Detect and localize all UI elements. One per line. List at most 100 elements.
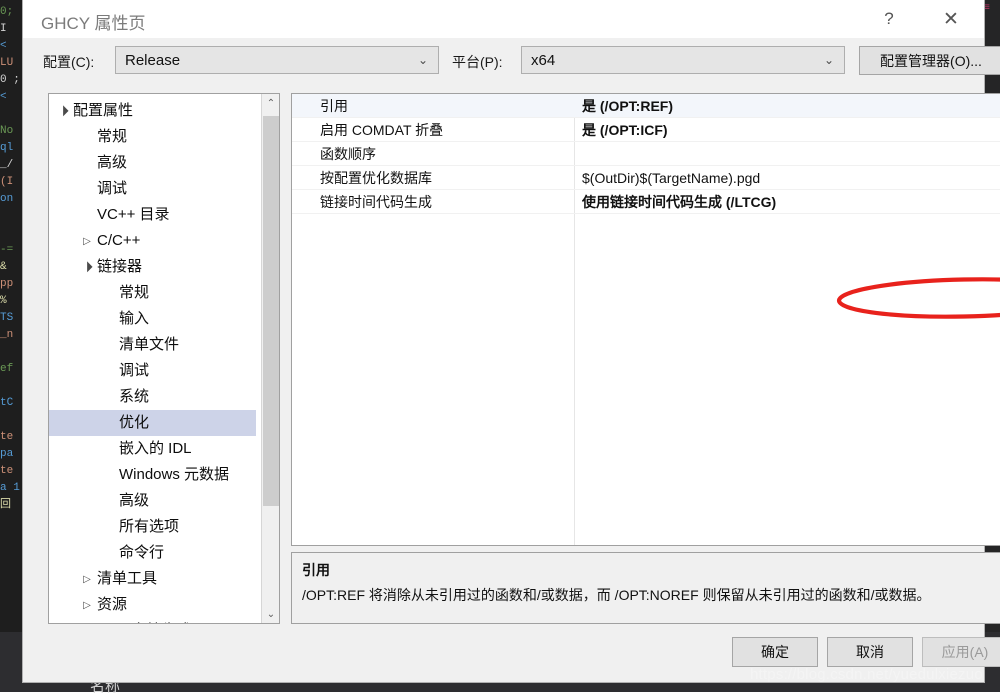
tree-item[interactable]: 命令行 [49, 540, 262, 566]
chevron-down-icon: ⌄ [417, 53, 428, 67]
tree-item[interactable]: 调试 [49, 176, 262, 202]
triangle-down-icon[interactable] [55, 98, 71, 125]
description-panel: 引用 /OPT:REF 将消除从未引用过的函数和/或数据，而 /OPT:NORE… [291, 552, 1000, 624]
dialog-titlebar: GHCY 属性页 ? ✕ [23, 0, 984, 38]
tree-item-label: 系统 [119, 388, 150, 405]
property-row[interactable]: 启用 COMDAT 折叠 是 (/OPT:ICF) [292, 118, 1000, 142]
tree-item-label: XML 文档生成器 [97, 622, 206, 623]
tree-item-label: 命令行 [119, 544, 165, 561]
scroll-down-icon[interactable]: ⌄ [262, 605, 279, 623]
editor-text-fragment: 回 [0, 499, 11, 511]
tree-item[interactable]: 常规 [49, 280, 262, 306]
editor-left-strip: 0; I < LU 0 ; < No ql _/ (I on -= & pp %… [0, 0, 22, 692]
property-row[interactable]: 函数顺序 [292, 142, 1000, 166]
ok-button[interactable]: 确定 [732, 637, 818, 667]
close-icon[interactable]: ✕ [928, 0, 974, 38]
editor-text-fragment: 0; [0, 6, 14, 18]
tree-item[interactable]: 高级 [49, 488, 262, 514]
tree-item[interactable]: 优化 [49, 410, 256, 436]
tree-item[interactable]: 链接器 [49, 254, 262, 280]
editor-text-fragment: _/ [0, 159, 14, 171]
tree-item-label: 优化 [119, 414, 150, 431]
property-pages-dialog: GHCY 属性页 ? ✕ 配置(C): Release ⌄ 平台(P): x64… [22, 0, 1000, 683]
tree-item[interactable]: 输入 [49, 306, 262, 332]
tree-item[interactable]: 嵌入的 IDL [49, 436, 262, 462]
tree-item-label: 资源 [97, 596, 128, 613]
property-name: 按配置优化数据库 [320, 170, 432, 186]
editor-text-fragment: ql [0, 142, 14, 154]
editor-text-fragment: tC [0, 397, 14, 409]
configuration-dropdown[interactable]: Release ⌄ [115, 46, 439, 74]
dialog-title: GHCY 属性页 [41, 14, 146, 33]
tree-item[interactable]: Windows 元数据 [49, 462, 262, 488]
editor-text-fragment: TS [0, 312, 14, 324]
tree-item-label: Windows 元数据 [119, 466, 230, 483]
property-grid: 引用 是 (/OPT:REF) 启用 COMDAT 折叠 是 (/OPT:ICF) 函数… [291, 93, 1000, 546]
editor-text-fragment: on [0, 193, 14, 205]
help-icon[interactable]: ? [866, 0, 912, 38]
tree-item[interactable]: 高级 [49, 150, 262, 176]
triangle-down-icon[interactable] [79, 254, 95, 281]
tree-item[interactable]: XML 文档生成器 [49, 618, 262, 623]
editor-text-fragment: te [0, 465, 14, 477]
tree-item[interactable]: C/C++ [49, 228, 262, 254]
platform-label: 平台(P): [452, 54, 503, 70]
property-value[interactable]: 使用链接时间代码生成 (/LTCG) [582, 190, 776, 214]
tree-item[interactable]: 系统 [49, 384, 262, 410]
editor-text-fragment: ef [0, 363, 14, 375]
description-text: /OPT:REF 将消除从未引用过的函数和/或数据，而 /OPT:NOREF 则… [302, 587, 931, 603]
editor-text-fragment: LU [0, 57, 14, 69]
tree-item-label: 清单文件 [119, 336, 180, 353]
tree-item[interactable]: VC++ 目录 [49, 202, 262, 228]
property-tree[interactable]: 配置属性常规高级调试VC++ 目录C/C++链接器常规输入清单文件调试系统优化嵌… [49, 94, 262, 623]
scroll-up-icon[interactable]: ⌃ [262, 94, 279, 112]
property-value[interactable]: 是 (/OPT:ICF) [582, 118, 668, 142]
configuration-manager-button[interactable]: 配置管理器(O)... [859, 46, 1000, 75]
property-name: 链接时间代码生成 [320, 194, 432, 210]
editor-text-fragment: < [0, 91, 7, 103]
cancel-button[interactable]: 取消 [827, 637, 913, 667]
property-name: 函数顺序 [320, 146, 376, 162]
tree-item-label: 常规 [119, 284, 150, 301]
property-row[interactable]: 链接时间代码生成 使用链接时间代码生成 (/LTCG) [292, 190, 1000, 214]
apply-button: 应用(A) [922, 637, 1000, 667]
triangle-right-icon[interactable] [79, 228, 95, 255]
tree-item-label: 高级 [119, 492, 150, 509]
tree-item-label: 配置属性 [73, 102, 134, 119]
editor-text-fragment: I [0, 23, 7, 35]
tree-item-label: 嵌入的 IDL [119, 440, 192, 457]
property-name: 启用 COMDAT 折叠 [320, 122, 444, 138]
editor-text-fragment: 0 ; [0, 74, 20, 86]
property-value[interactable]: $(OutDir)$(TargetName).pgd [582, 166, 760, 190]
platform-dropdown[interactable]: x64 ⌄ [521, 46, 845, 74]
tree-item-label: 链接器 [97, 258, 143, 275]
description-title: 引用 [302, 562, 330, 578]
scrollbar-thumb[interactable] [263, 116, 279, 506]
tree-item[interactable]: 清单文件 [49, 332, 262, 358]
red-ellipse-annotation [836, 277, 1000, 319]
tree-item[interactable]: 清单工具 [49, 566, 262, 592]
editor-text-fragment: pp [0, 278, 14, 290]
triangle-right-icon[interactable] [79, 618, 95, 623]
triangle-right-icon[interactable] [79, 592, 95, 619]
tree-item-label: 调试 [119, 362, 150, 379]
tree-item[interactable]: 调试 [49, 358, 262, 384]
property-rows: 引用 是 (/OPT:REF) 启用 COMDAT 折叠 是 (/OPT:ICF) 函数… [292, 94, 1000, 214]
tree-item-label: 调试 [97, 180, 128, 197]
triangle-right-icon[interactable] [79, 566, 95, 593]
editor-text-fragment: (I [0, 176, 14, 188]
chevron-down-icon: ⌄ [823, 53, 834, 67]
property-row[interactable]: 引用 是 (/OPT:REF) [292, 94, 1000, 118]
property-value[interactable]: 是 (/OPT:REF) [582, 94, 673, 118]
tree-item[interactable]: 资源 [49, 592, 262, 618]
tree-item[interactable]: 常规 [49, 124, 262, 150]
property-name: 引用 [320, 98, 348, 114]
editor-text-fragment: _n [0, 329, 14, 341]
editor-text-fragment: a 1 [0, 482, 20, 494]
configuration-bar: 配置(C): Release ⌄ 平台(P): x64 ⌄ 配置管理器(O)..… [23, 38, 1000, 86]
tree-item[interactable]: 所有选项 [49, 514, 262, 540]
tree-item-label: 常规 [97, 128, 128, 145]
tree-scrollbar[interactable]: ⌃ ⌄ [261, 94, 279, 623]
tree-item[interactable]: 配置属性 [49, 98, 262, 124]
property-row[interactable]: 按配置优化数据库 $(OutDir)$(TargetName).pgd [292, 166, 1000, 190]
